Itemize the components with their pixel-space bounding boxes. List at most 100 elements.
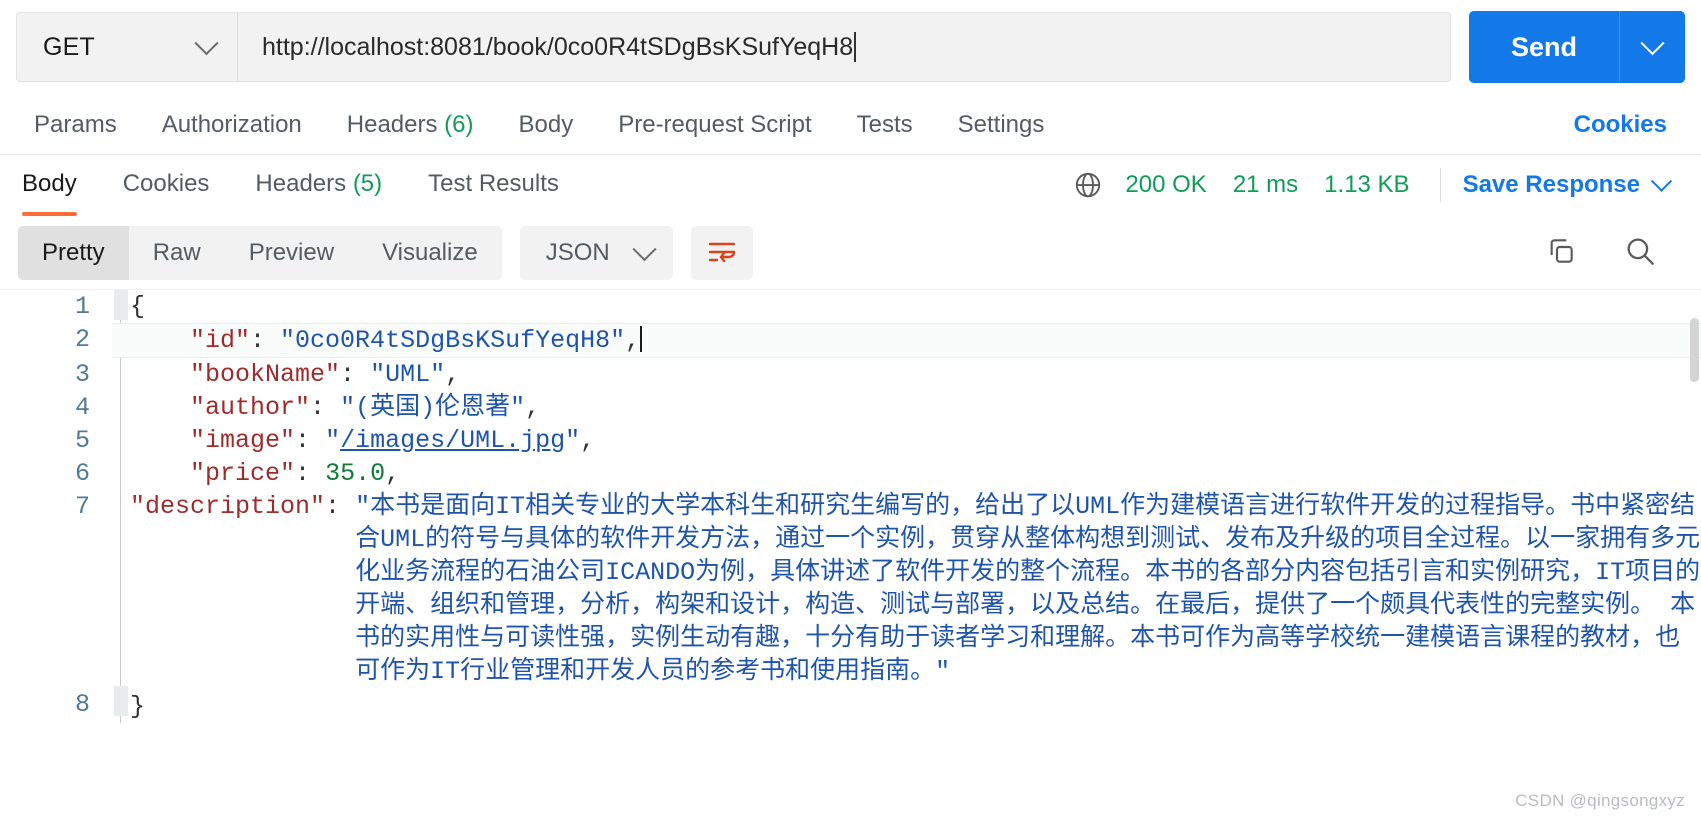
language-dropdown[interactable]: JSON: [519, 226, 673, 280]
format-tab-raw[interactable]: Raw: [129, 226, 225, 280]
wrap-text-button[interactable]: [690, 226, 753, 280]
line-number: 7: [74, 492, 90, 521]
json-comma: ,: [385, 459, 401, 488]
cookies-link[interactable]: Cookies: [1574, 111, 1667, 139]
request-tab-headers[interactable]: Headers (6): [347, 111, 474, 139]
json-key: "description": [130, 492, 326, 521]
line-number: 5: [74, 426, 90, 455]
line-number-spacer: [0, 523, 112, 688]
json-key: "price": [190, 459, 296, 488]
format-tab-pretty[interactable]: Pretty: [18, 226, 129, 280]
response-tab-test-results[interactable]: Test Results: [424, 156, 563, 214]
json-key: "author": [190, 393, 311, 422]
chevron-down-icon: [194, 30, 219, 55]
response-size[interactable]: 1.13 KB: [1324, 171, 1409, 199]
send-button[interactable]: Send: [1468, 11, 1619, 83]
request-tab-body[interactable]: Body: [519, 111, 574, 139]
line-number: 6: [74, 459, 90, 488]
json-colon: :: [295, 459, 326, 488]
json-link-value[interactable]: /images/UML.jpg: [340, 426, 565, 455]
status-code[interactable]: 200 OK: [1125, 171, 1206, 199]
format-tab-preview[interactable]: Preview: [225, 226, 358, 280]
copy-button[interactable]: [1545, 235, 1577, 272]
save-response-button[interactable]: Save Response: [1462, 170, 1673, 199]
json-value: "0co0R4tSDgBsKSufYeqH8": [280, 326, 626, 355]
postman-window: GET http://localhost:8081/book/0co0R4tSD…: [0, 0, 1701, 833]
response-tab-headers[interactable]: Headers (5): [251, 156, 386, 214]
line-number: 1: [74, 292, 90, 321]
tab-label: Test Results: [428, 170, 559, 197]
json-comma: ,: [625, 326, 641, 355]
json-value: "(英国)伦恩著": [340, 393, 526, 422]
code-line-5: "image": "/images/UML.jpg",: [112, 424, 1701, 457]
json-key: "image": [190, 426, 296, 455]
url-input[interactable]: http://localhost:8081/book/0co0R4tSDgBsK…: [238, 12, 1451, 82]
request-tab-tests[interactable]: Tests: [857, 111, 913, 139]
tab-label: Headers: [255, 170, 347, 197]
globe-icon: [1076, 172, 1101, 198]
send-options-dropdown[interactable]: [1619, 11, 1685, 83]
meta-divider: [1439, 168, 1441, 202]
request-tab-pre-request-script[interactable]: Pre-request Script: [618, 111, 811, 139]
code-line-1: {: [112, 290, 1701, 323]
text-caret: [854, 32, 857, 62]
format-segmented-control: Pretty Raw Preview Visualize: [18, 226, 502, 280]
response-body-viewer[interactable]: 1 2 3 4 5 6 7 8 { "id": "0co0R4tSDgBsKSu…: [0, 289, 1701, 819]
response-headers-count: (5): [352, 170, 383, 197]
code-line-3: "bookName": "UML",: [112, 358, 1701, 391]
tab-label: Authorization: [161, 111, 302, 138]
json-comma: ,: [445, 360, 461, 389]
response-tab-cookies[interactable]: Cookies: [119, 156, 214, 214]
response-time[interactable]: 21 ms: [1233, 171, 1298, 199]
json-quote-open: ": [325, 426, 341, 455]
tab-label: Tests: [856, 111, 913, 138]
json-key: "bookName": [190, 360, 341, 389]
json-close-brace: }: [130, 692, 146, 721]
tab-label: Pre-request Script: [618, 111, 812, 138]
copy-icon: [1550, 238, 1573, 263]
tab-label: Headers: [346, 111, 438, 138]
search-icon: [1627, 238, 1654, 265]
code-line-7: "description": "本书是面向IT相关专业的大学本科生和研究生编写的…: [112, 490, 1701, 688]
headers-count: (6): [444, 111, 474, 138]
chevron-down-icon: [1650, 170, 1673, 192]
json-key: "id": [190, 326, 251, 355]
json-comma: ,: [525, 393, 541, 422]
request-tab-authorization[interactable]: Authorization: [162, 111, 302, 139]
vertical-scrollbar[interactable]: [1690, 318, 1699, 382]
response-format-bar: Pretty Raw Preview Visualize JSON: [0, 215, 1701, 289]
search-button[interactable]: [1623, 234, 1657, 273]
line-number-gutter: 1 2 3 4 5 6 7 8: [0, 290, 112, 819]
code-line-2: "id": "0co0R4tSDgBsKSufYeqH8",: [112, 323, 1701, 358]
response-tab-body[interactable]: Body: [18, 156, 81, 216]
send-button-group: Send: [1468, 11, 1685, 83]
watermark: CSDN @qingsongxyz: [1515, 791, 1685, 810]
http-method-label: GET: [43, 32, 95, 61]
json-description-value: "本书是面向IT相关专业的大学本科生和研究生编写的，给出了以UML作为建模语言进…: [355, 492, 1701, 686]
save-response-label: Save Response: [1462, 171, 1640, 198]
request-tab-bar: Params Authorization Headers (6) Body Pr…: [0, 96, 1701, 154]
http-method-dropdown[interactable]: GET: [16, 12, 238, 82]
code-content[interactable]: { "id": "0co0R4tSDgBsKSufYeqH8", "bookNa…: [112, 290, 1701, 819]
chevron-down-icon: [1640, 30, 1665, 55]
code-line-6: "price": 35.0,: [112, 457, 1701, 490]
code-line-4: "author": "(英国)伦恩著",: [112, 391, 1701, 424]
json-colon: :: [295, 426, 326, 455]
request-tab-params[interactable]: Params: [34, 111, 117, 139]
json-colon: :: [310, 393, 341, 422]
json-value: "UML": [370, 360, 446, 389]
format-tab-visualize[interactable]: Visualize: [358, 226, 502, 280]
language-label: JSON: [545, 239, 610, 266]
json-colon: :: [325, 492, 356, 521]
response-actions: [1545, 234, 1683, 273]
line-number: 4: [74, 393, 90, 422]
method-url-group: GET http://localhost:8081/book/0co0R4tSD…: [16, 12, 1451, 82]
json-colon: :: [340, 360, 371, 389]
chevron-down-icon: [632, 236, 657, 261]
response-meta: 200 OK 21 ms 1.13 KB Save Response: [1073, 168, 1683, 202]
line-number: 2: [74, 325, 90, 354]
request-url-bar: GET http://localhost:8081/book/0co0R4tSD…: [0, 0, 1701, 96]
tab-label: Body: [518, 111, 574, 138]
request-tab-settings[interactable]: Settings: [958, 111, 1045, 139]
text-caret: [640, 326, 643, 352]
